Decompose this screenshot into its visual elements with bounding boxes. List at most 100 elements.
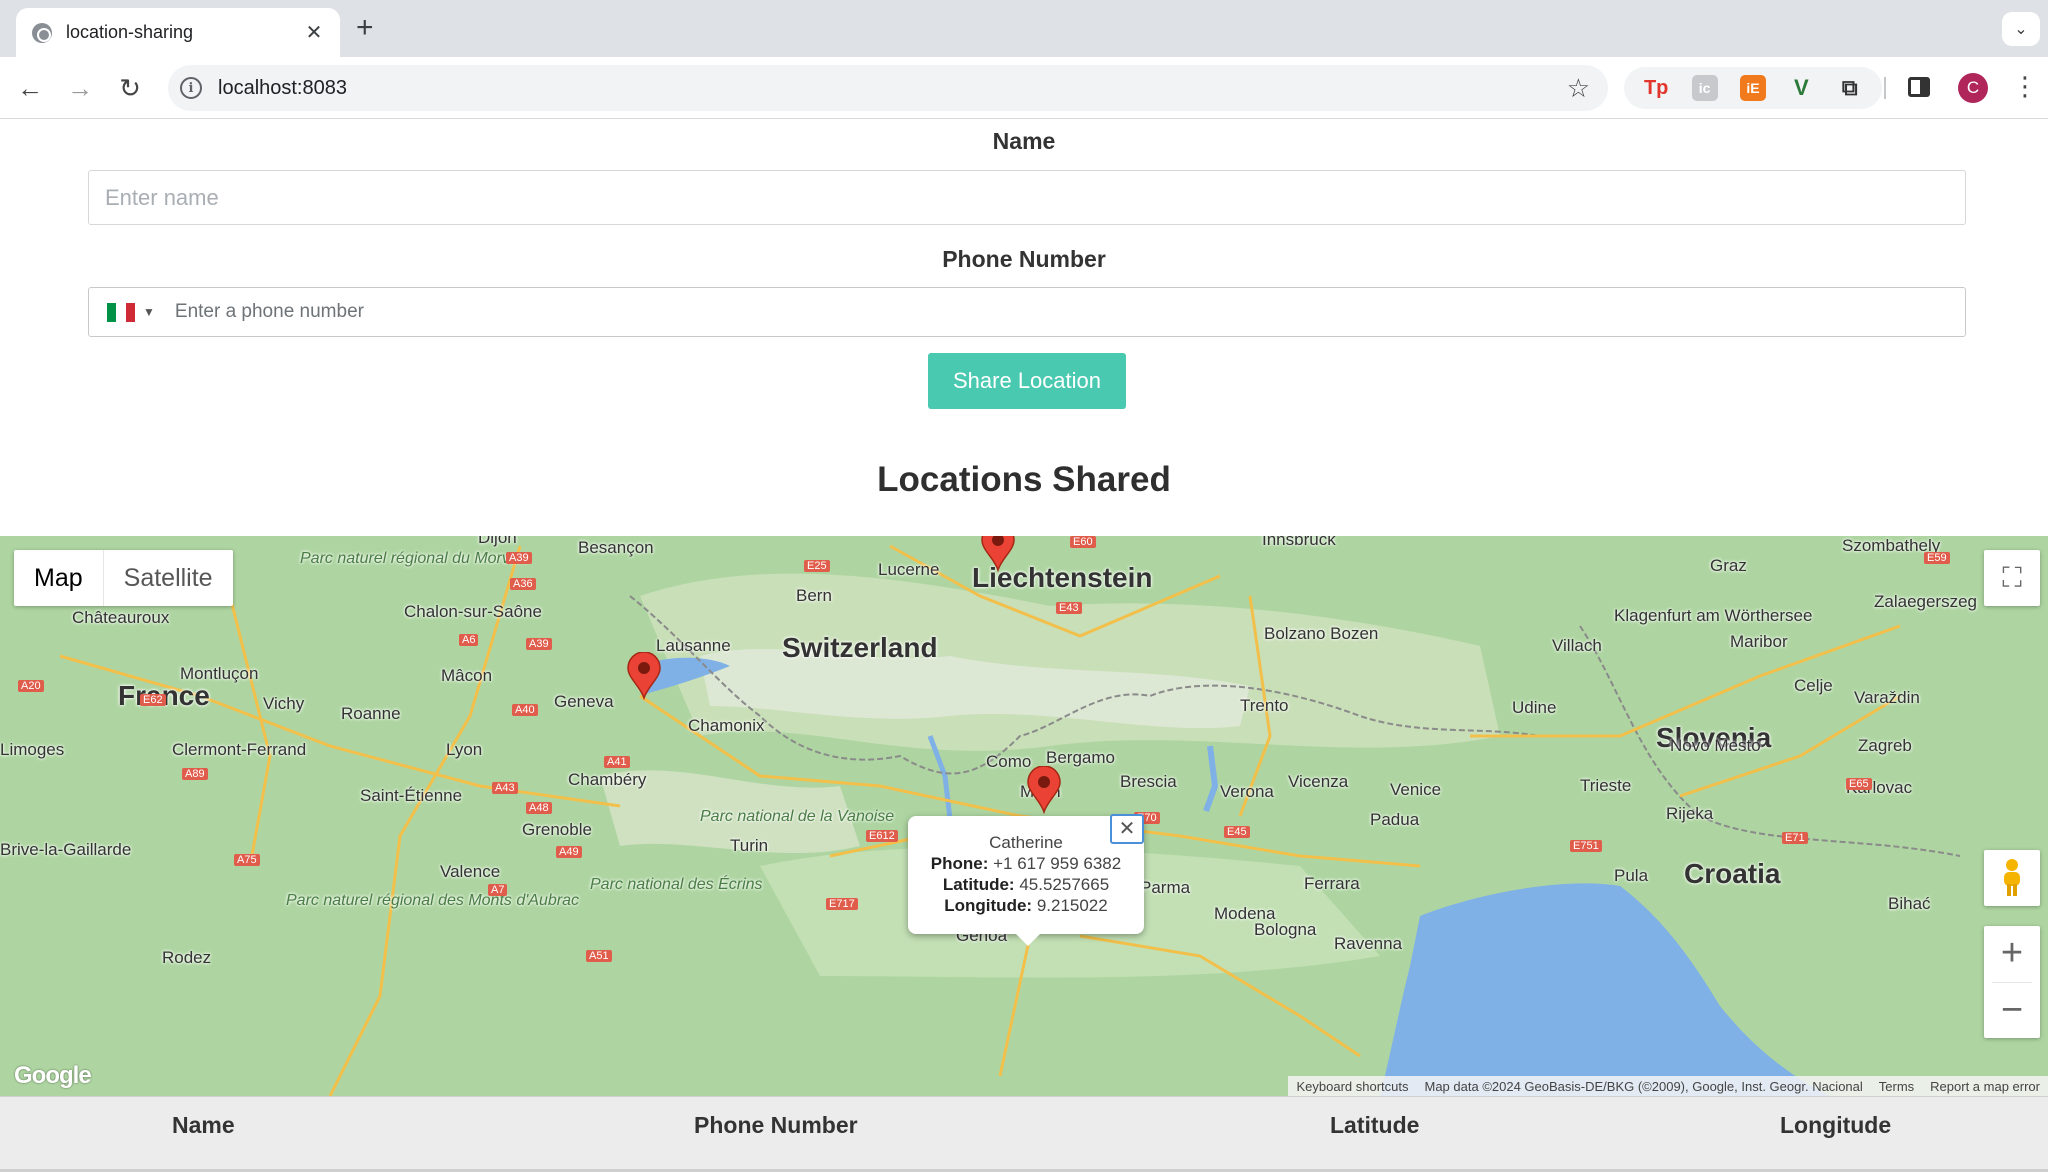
zoom-out-button[interactable]: − [1984, 982, 2040, 1038]
map-label-road-22: E751 [1570, 840, 1602, 852]
map-label-road-7: A39 [526, 638, 552, 650]
map-label-city-10: Châteauroux [72, 608, 170, 627]
map-label-city-43: Parc national de la Vanoise [700, 808, 895, 825]
info-longitude: 9.215022 [1036, 896, 1108, 915]
tab-search-button[interactable]: ⌄ [2002, 12, 2040, 46]
report-map-error-link[interactable]: Report a map error [1922, 1079, 2048, 1094]
info-name: Catherine [989, 833, 1063, 852]
share-location-button[interactable]: Share Location [928, 353, 1126, 409]
map-label-city-32: Venice [1390, 780, 1442, 799]
map-label-city-52: Parc national des Écrins [590, 876, 763, 893]
vue-devtools-icon[interactable]: V [1788, 75, 1814, 101]
map-label-city-21: Trento [1240, 696, 1289, 715]
site-info-icon[interactable]: i [180, 77, 202, 99]
map-label-road-17: A75 [234, 854, 260, 866]
address-bar[interactable]: i localhost:8083 ☆ [168, 65, 1608, 111]
map-pin-2[interactable] [1026, 766, 1062, 814]
map-label-city-59: Brive-la-Gaillarde [0, 840, 132, 859]
column-longitude: Longitude [1780, 1112, 1892, 1138]
side-panel-icon[interactable] [1908, 77, 1930, 97]
map-pin-0[interactable] [980, 536, 1016, 572]
back-button[interactable]: ← [10, 68, 50, 108]
info-window-close-button[interactable]: ✕ [1110, 814, 1144, 844]
map-label-city-57: Rodez [162, 948, 212, 967]
country-select[interactable]: ▼ [107, 302, 155, 322]
map-label-country-4: Croatia [1684, 858, 1781, 889]
map-label-road-19: E717 [826, 898, 858, 910]
map-label-city-1: Besançon [578, 538, 654, 557]
map-label-road-5: E43 [1056, 602, 1082, 614]
name-input[interactable] [88, 170, 1966, 225]
map-label-city-19: Mâcon [441, 666, 493, 685]
phone-input[interactable] [174, 301, 1965, 323]
map-label-city-31: Vicenza [1288, 772, 1349, 791]
map-pin-1[interactable] [626, 652, 662, 700]
info-phone: +1 617 959 6382 [993, 854, 1122, 873]
map-label-road-11: A41 [604, 756, 630, 768]
keyboard-shortcuts-link[interactable]: Keyboard shortcuts [1288, 1079, 1416, 1094]
map-label-city-49: Ferrara [1304, 874, 1360, 893]
info-window: ✕ Catherine Phone: +1 617 959 6382 Latit… [908, 814, 1144, 946]
profile-avatar[interactable]: C [1958, 73, 1988, 103]
bookmark-star-icon[interactable]: ☆ [1567, 73, 1590, 104]
map-label-road-23: E71 [1782, 832, 1808, 844]
map-label-city-47: Valence [440, 862, 501, 881]
map-label-city-30: Verona [1220, 782, 1274, 801]
zoom-control: + − [1984, 926, 2040, 1038]
map-type-satellite-button[interactable]: Satellite [102, 550, 233, 606]
browser-menu-icon[interactable]: ⋮ [2012, 71, 2038, 101]
url-text[interactable]: localhost:8083 [218, 77, 1567, 100]
page-content: Name Phone Number ▼ Share Location Locat… [0, 120, 2048, 1172]
map-label-city-54: Bologna [1254, 920, 1317, 939]
close-tab-icon[interactable]: ✕ [302, 20, 326, 45]
forward-button[interactable]: → [60, 68, 100, 108]
map-label-city-26: Lyon [446, 740, 483, 759]
map[interactable]: FranceSwitzerlandLiechtensteinSloveniaCr… [0, 536, 2048, 1096]
map-label-road-24: E59 [1924, 552, 1950, 564]
map-attribution: Keyboard shortcuts Map data ©2024 GeoBas… [1288, 1076, 2048, 1096]
map-label-road-15: A49 [556, 846, 582, 858]
map-label-city-37: Chambéry [568, 770, 647, 789]
pegman-icon[interactable] [1984, 850, 2040, 906]
zoom-in-button[interactable]: + [1984, 926, 2040, 982]
map-label-city-15: Maribor [1730, 632, 1788, 651]
map-label-city-0: Dijon [478, 536, 517, 547]
column-phone: Phone Number [694, 1112, 858, 1138]
map-label-city-17: Varaždin [1854, 688, 1920, 707]
map-label-road-0: A39 [506, 552, 532, 564]
new-tab-button[interactable]: + [356, 13, 374, 43]
map-label-city-9: Chalon-sur-Saône [404, 602, 542, 621]
map-label-road-14: A89 [182, 768, 208, 780]
map-label-city-50: Bihać [1888, 894, 1931, 913]
map-label-city-33: Trieste [1580, 776, 1632, 795]
map-label-road-10: A40 [512, 704, 538, 716]
map-label-city-6: Lucerne [878, 560, 940, 579]
map-label-city-2: Innsbruck [1262, 536, 1336, 549]
map-type-map-button[interactable]: Map [14, 550, 103, 606]
map-label-road-16: A7 [488, 884, 508, 896]
map-label-road-13: A48 [526, 802, 552, 814]
globe-icon [32, 22, 52, 43]
tab-title: location-sharing [66, 22, 194, 42]
tp-extension-icon[interactable]: Tp [1643, 75, 1669, 101]
extensions-puzzle-icon[interactable]: ⧉ [1837, 75, 1863, 101]
ie-extension-icon[interactable]: iE [1739, 75, 1766, 101]
terms-link[interactable]: Terms [1871, 1079, 1922, 1094]
column-name: Name [172, 1112, 235, 1138]
name-label: Name [992, 128, 1056, 154]
map-label-city-25: Chamonix [688, 716, 765, 735]
flag-stripe-white [116, 302, 126, 322]
map-label-city-20: Geneva [554, 692, 614, 711]
toolbar-divider [1884, 77, 1886, 99]
map-label-city-7: Bern [796, 586, 832, 605]
map-label-city-51: Parc naturel régional des Monts d'Aubrac [286, 892, 579, 909]
fullscreen-icon[interactable]: ⛶ [1984, 550, 2040, 606]
phone-label: Phone Number [942, 246, 1106, 272]
map-label-city-44: Turin [730, 836, 769, 855]
map-label-city-48: Parma [1140, 878, 1191, 897]
map-label-city-42: Grenoble [522, 820, 592, 839]
reload-button[interactable]: ↻ [110, 68, 150, 108]
browser-tab[interactable]: location-sharing ✕ [16, 8, 340, 57]
gray-extension-icon[interactable]: ic [1691, 75, 1718, 101]
map-label-road-1: A36 [510, 578, 536, 590]
